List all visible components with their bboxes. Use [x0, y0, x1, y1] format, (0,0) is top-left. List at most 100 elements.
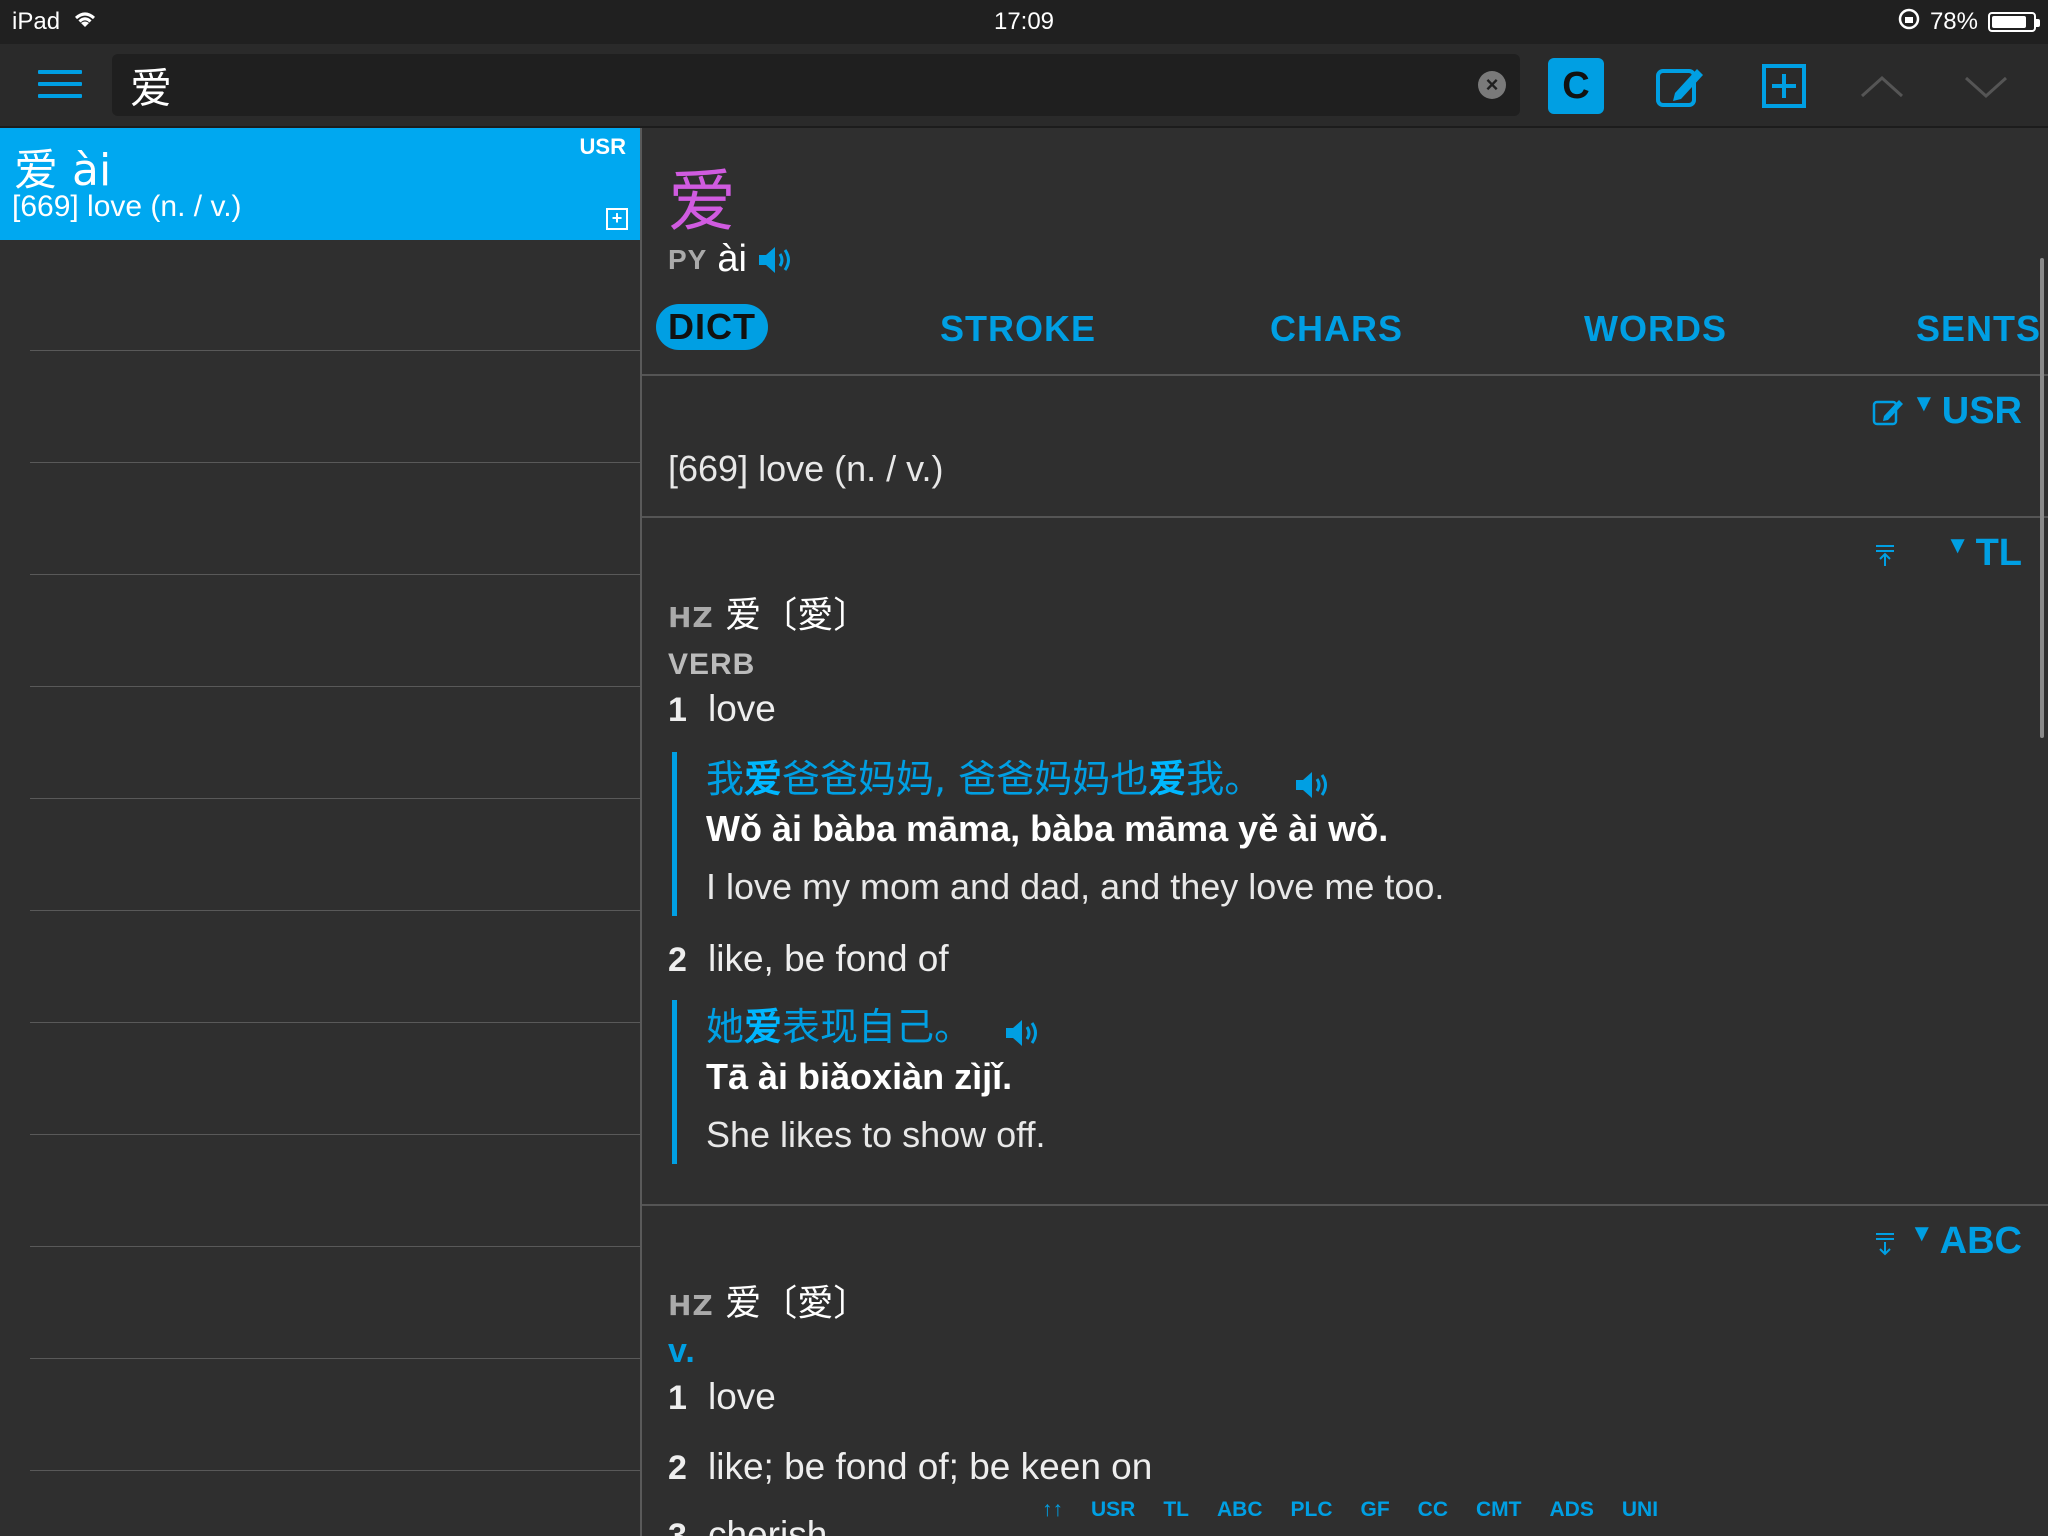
- tab-dict[interactable]: DICT: [656, 304, 768, 350]
- source-name: TL: [1975, 532, 2022, 574]
- jump-usr-link[interactable]: USR: [1091, 1498, 1135, 1522]
- result-definition: [669] love (n. / v.): [12, 190, 242, 223]
- hanzi-forms: 爱〔愛〕: [725, 1283, 870, 1324]
- list-divider: [30, 462, 640, 463]
- status-left: iPad: [12, 8, 98, 36]
- section-divider: [642, 516, 2048, 518]
- sense-2: 2 like; be fond of; be keen on: [668, 1446, 1152, 1488]
- menu-icon[interactable]: [38, 70, 82, 106]
- example-english: I love my mom and dad, and they love me …: [706, 866, 1445, 907]
- chevron-down-icon[interactable]: [1958, 58, 2014, 114]
- list-divider: [30, 1246, 640, 1247]
- source-name: USR: [1941, 390, 2022, 432]
- expand-triangle-icon: ▼: [1909, 1220, 1934, 1247]
- pinyin-value: ài: [717, 238, 747, 280]
- search-bar[interactable]: ×: [112, 54, 1520, 116]
- sense-1: 1 love: [668, 688, 776, 730]
- jump-ads-link[interactable]: ADS: [1550, 1498, 1594, 1522]
- jump-abc-link[interactable]: ABC: [1217, 1498, 1263, 1522]
- status-bar: iPad 17:09 78%: [0, 0, 2048, 44]
- part-of-speech: v.: [668, 1332, 696, 1370]
- list-divider: [30, 686, 640, 687]
- sense-gloss: love: [708, 688, 776, 729]
- sense-number: 3: [668, 1517, 687, 1536]
- source-header-abc[interactable]: ▼ ABC: [1910, 1220, 2022, 1263]
- edit-note-icon[interactable]: [1872, 396, 1903, 426]
- jump-top-link[interactable]: ↑↑: [1042, 1498, 1063, 1522]
- hanzi-forms: 爱〔愛〕: [725, 595, 870, 636]
- battery-percent: 78%: [1929, 8, 1978, 35]
- entry-detail: 爱 PY ài DICT STROKE CHARS WORDS SENTS ▼ U…: [642, 128, 2048, 1536]
- result-row-selected[interactable]: 爱 ài [669] love (n. / v.) USR +: [0, 128, 640, 240]
- jump-plc-link[interactable]: PLC: [1291, 1498, 1333, 1522]
- sense-number: 2: [668, 1449, 687, 1487]
- speaker-icon[interactable]: [757, 244, 795, 276]
- battery-icon: [1988, 12, 2040, 32]
- tabs-divider: [642, 374, 2048, 376]
- result-list: 爱 ài [669] love (n. / v.) USR +: [0, 128, 640, 1536]
- tab-chars[interactable]: CHARS: [1270, 308, 1403, 350]
- clipboard-reader-button[interactable]: C: [1548, 58, 1604, 114]
- list-divider: [30, 798, 640, 799]
- add-result-icon[interactable]: +: [606, 208, 628, 230]
- entry-tabs: DICT STROKE CHARS WORDS SENTS: [654, 304, 2040, 364]
- sense-3: 3 cherish: [668, 1514, 827, 1536]
- example-english: She likes to show off.: [706, 1114, 1046, 1155]
- sense-number: 1: [668, 691, 687, 729]
- example-pinyin: Tā ài biǎoxiàn zìjǐ.: [706, 1056, 1013, 1097]
- clear-search-icon[interactable]: ×: [1478, 71, 1506, 99]
- edit-entry-icon[interactable]: [1652, 58, 1708, 114]
- sense-number: 2: [668, 941, 687, 979]
- expand-triangle-icon: ▼: [1945, 532, 1970, 559]
- sense-2: 2 like, be fond of: [668, 938, 949, 980]
- wifi-icon: [72, 8, 98, 36]
- tab-sents[interactable]: SENTS: [1916, 308, 2041, 350]
- tab-stroke[interactable]: STROKE: [940, 308, 1096, 350]
- list-divider: [30, 1022, 640, 1023]
- list-divider: [30, 1358, 640, 1359]
- section-divider: [642, 1204, 2048, 1206]
- list-divider: [30, 1134, 640, 1135]
- jump-cmt-link[interactable]: CMT: [1476, 1498, 1522, 1522]
- speaker-icon[interactable]: [1294, 766, 1332, 798]
- entry-headword: 爱: [668, 163, 737, 242]
- hz-label: HZ: [668, 601, 714, 634]
- pinyin-label: PY: [668, 243, 708, 275]
- example-pinyin: Wǒ ài bàba māma, bàba māma yě ài wǒ.: [706, 808, 1389, 849]
- result-source-badge: USR: [579, 134, 626, 159]
- list-divider: [30, 910, 640, 911]
- jump-gf-link[interactable]: GF: [1361, 1498, 1390, 1522]
- jump-uni-link[interactable]: UNI: [1622, 1498, 1658, 1522]
- example-chinese[interactable]: 她爱表现自己。: [706, 996, 1042, 1051]
- example-bar: [672, 1000, 677, 1164]
- source-header-usr[interactable]: ▼ USR: [1912, 390, 2022, 433]
- part-of-speech: VERB: [668, 648, 756, 681]
- tab-words[interactable]: WORDS: [1584, 308, 1727, 350]
- scrollbar[interactable]: [2040, 258, 2044, 738]
- sense-number: 1: [668, 1379, 687, 1417]
- sense-gloss: love: [708, 1376, 776, 1417]
- jump-cc-link[interactable]: CC: [1418, 1498, 1448, 1522]
- add-to-flashcards-icon[interactable]: [1756, 58, 1812, 114]
- list-divider: [30, 1470, 640, 1471]
- collapse-to-bottom-icon[interactable]: [1872, 1230, 1902, 1260]
- sense-1: 1 love: [668, 1376, 776, 1418]
- collapse-to-top-icon[interactable]: [1872, 542, 1902, 572]
- result-headword: 爱 ài: [14, 145, 112, 196]
- source-name: ABC: [1939, 1220, 2022, 1262]
- example-chinese[interactable]: 我爱爸爸妈妈, 爸爸妈妈也爱我。: [706, 748, 1332, 803]
- speaker-icon[interactable]: [1004, 1014, 1042, 1046]
- search-input[interactable]: [130, 54, 1430, 116]
- chevron-up-icon[interactable]: [1854, 58, 1910, 114]
- example-bar: [672, 752, 677, 916]
- usr-definition: [669] love (n. / v.): [668, 448, 944, 489]
- tl-hanzi-row: HZ 爱〔愛〕: [668, 586, 869, 638]
- clock: 17:09: [993, 8, 1055, 35]
- device-name: iPad: [12, 8, 61, 35]
- expand-triangle-icon: ▼: [1912, 390, 1936, 417]
- jump-tl-link[interactable]: TL: [1163, 1498, 1189, 1522]
- source-header-tl[interactable]: ▼ TL: [1946, 532, 2022, 575]
- top-toolbar: × C: [0, 44, 2048, 128]
- abc-hanzi-row: HZ 爱〔愛〕: [668, 1274, 869, 1326]
- pinyin-row: PY ài: [668, 238, 795, 281]
